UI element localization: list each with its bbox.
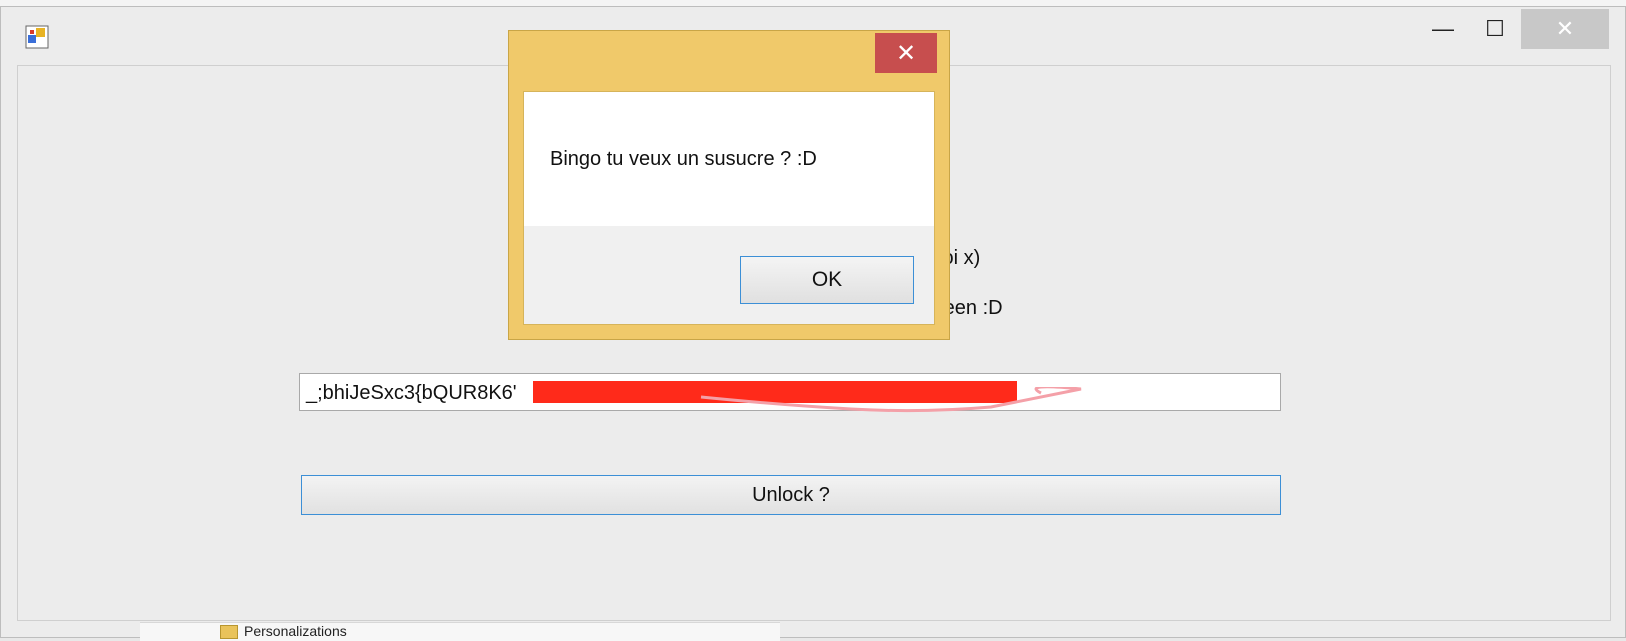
background-explorer-footer: Personalizations — [140, 622, 780, 641]
ok-button[interactable]: OK — [740, 256, 914, 304]
app-icon — [25, 25, 49, 49]
dialog-body: Bingo tu veux un susucre ? :D OK — [523, 91, 935, 325]
folder-icon — [220, 625, 238, 639]
maximize-button[interactable]: ☐ — [1469, 9, 1521, 49]
close-button[interactable]: ✕ — [1521, 9, 1609, 49]
dialog-message-area: Bingo tu veux un susucre ? :D — [524, 92, 934, 226]
minimize-button[interactable]: — — [1417, 9, 1469, 49]
unlock-button[interactable]: Unlock ? — [301, 475, 1281, 515]
dialog-close-button[interactable]: ✕ — [875, 33, 937, 73]
background-folder-label: Personalizations — [244, 623, 347, 639]
dialog-message: Bingo tu veux un susucre ? :D — [550, 148, 817, 170]
message-box-dialog: ✕ Bingo tu veux un susucre ? :D OK — [508, 30, 950, 340]
scribble-annotation — [700, 387, 1082, 413]
